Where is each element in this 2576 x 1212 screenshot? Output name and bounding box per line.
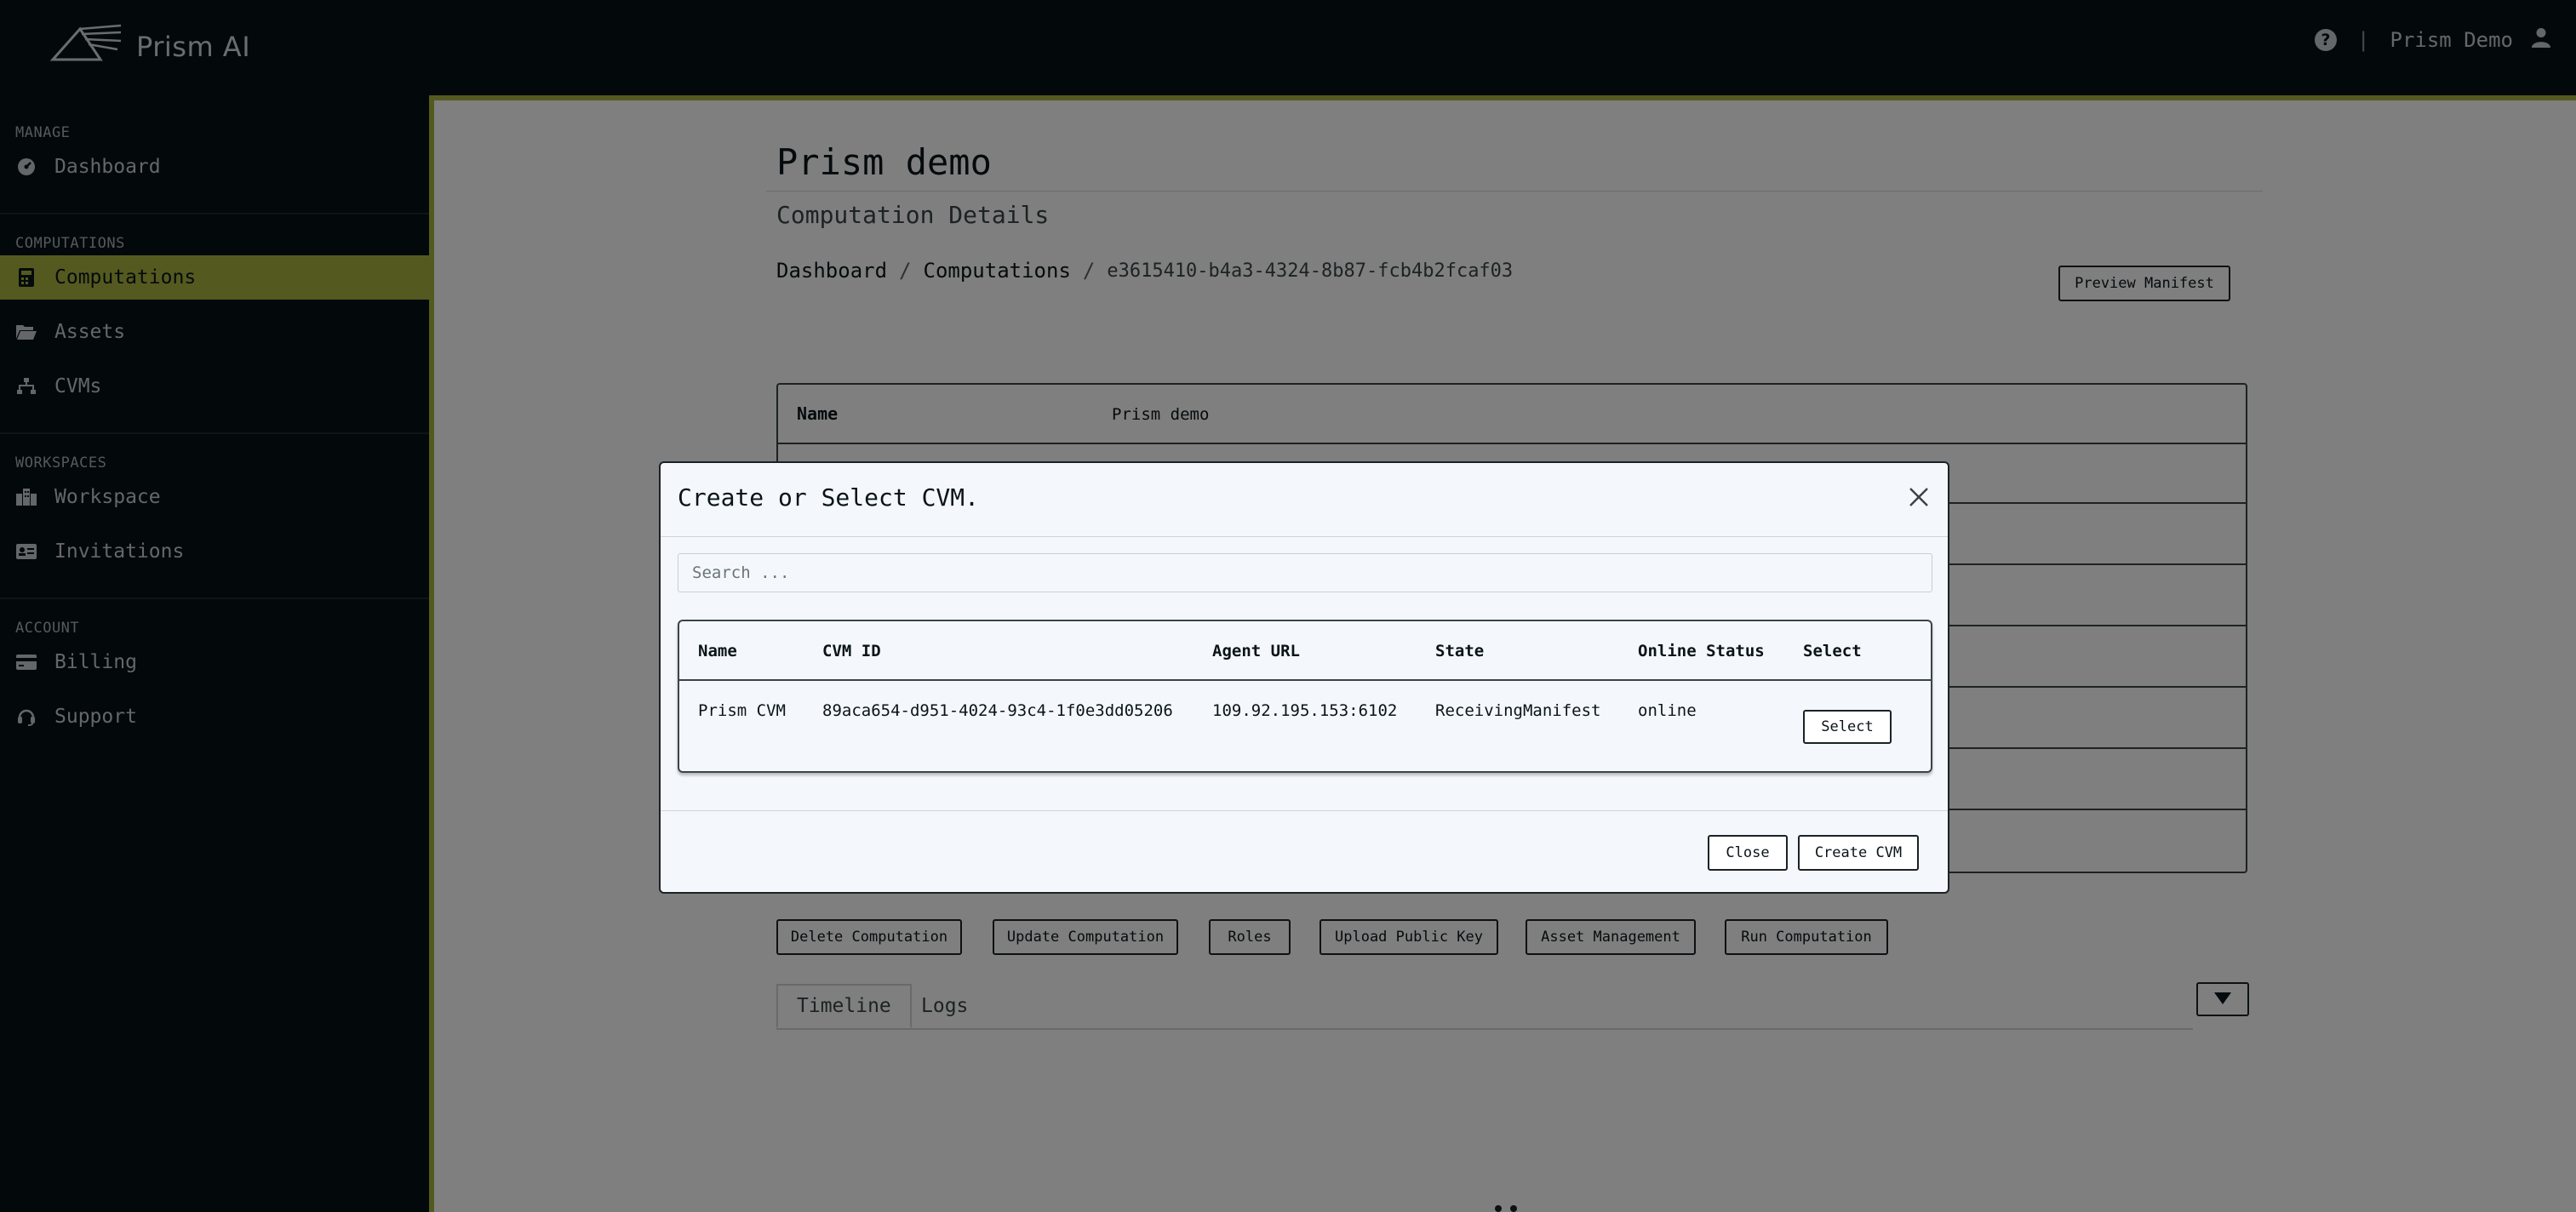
sidebar-item-label: Workspace bbox=[54, 486, 161, 508]
modal-footer: Close Create CVM bbox=[661, 810, 1948, 895]
sidebar-divider bbox=[0, 213, 429, 214]
caret-down-icon bbox=[2214, 992, 2231, 1008]
section-label-workspaces: WORKSPACES bbox=[15, 454, 107, 472]
sidebar-item-label: Assets bbox=[54, 321, 126, 343]
breadcrumb: Dashboard / Computations / e3615410-b4a3… bbox=[776, 259, 1513, 283]
upload-public-key-button[interactable]: Upload Public Key bbox=[1319, 919, 1498, 955]
tab-logs[interactable]: Logs bbox=[921, 984, 968, 1028]
update-computation-button[interactable]: Update Computation bbox=[993, 919, 1178, 955]
table-row: Name Prism demo bbox=[778, 385, 2246, 444]
calculator-icon bbox=[15, 266, 37, 289]
details-name-value: Prism demo bbox=[1112, 405, 1210, 424]
column-header-state: State bbox=[1435, 642, 1485, 660]
page-title: Prism demo bbox=[776, 141, 992, 183]
roles-button[interactable]: Roles bbox=[1209, 919, 1291, 955]
tab-timeline[interactable]: Timeline bbox=[776, 984, 912, 1028]
run-computation-button[interactable]: Run Computation bbox=[1725, 919, 1888, 955]
modal-title: Create or Select CVM. bbox=[678, 483, 980, 512]
top-bar: Prism AI ? | Prism Demo bbox=[0, 0, 2576, 95]
gauge-icon bbox=[15, 156, 37, 178]
cvm-online-status: online bbox=[1638, 701, 1697, 720]
section-label-computations: COMPUTATIONS bbox=[15, 235, 125, 252]
sidebar-item-label: Support bbox=[54, 706, 137, 728]
sidebar-item-billing[interactable]: Billing bbox=[0, 640, 429, 684]
title-divider bbox=[766, 191, 2263, 192]
sidebar-item-label: Dashboard bbox=[54, 156, 161, 178]
search-input[interactable] bbox=[678, 553, 1932, 592]
column-header-name: Name bbox=[698, 642, 737, 660]
section-label-account: ACCOUNT bbox=[15, 620, 80, 637]
sidebar-divider bbox=[0, 597, 429, 599]
cvm-id: 89aca654-d951-4024-93c4-1f0e3dd05206 bbox=[822, 701, 1173, 720]
folder-open-icon bbox=[15, 321, 37, 343]
cvm-modal: Create or Select CVM. Name CVM ID Agent … bbox=[659, 461, 1949, 894]
sidebar-item-invitations[interactable]: Invitations bbox=[0, 529, 429, 574]
modal-header: Create or Select CVM. bbox=[661, 463, 1948, 537]
cvm-agent-url: 109.92.195.153:6102 bbox=[1212, 701, 1398, 720]
select-cvm-button[interactable]: Select bbox=[1803, 710, 1892, 744]
building-icon bbox=[15, 486, 37, 508]
sidebar-divider bbox=[0, 432, 429, 434]
credit-card-icon bbox=[15, 651, 37, 673]
brand-name: Prism AI bbox=[136, 31, 251, 63]
details-name-label: Name bbox=[797, 403, 839, 424]
sidebar-item-label: Invitations bbox=[54, 540, 185, 563]
sidebar-item-label: CVMs bbox=[54, 375, 102, 397]
close-icon[interactable] bbox=[1905, 483, 1932, 511]
sidebar: MANAGE Dashboard COMPUTATIONS Computatio… bbox=[0, 95, 429, 1212]
delete-computation-button[interactable]: Delete Computation bbox=[776, 919, 962, 955]
column-header-select: Select bbox=[1803, 642, 1862, 660]
table-header: Name CVM ID Agent URL State Online Statu… bbox=[679, 621, 1931, 681]
column-header-agent-url: Agent URL bbox=[1212, 642, 1300, 660]
column-header-online-status: Online Status bbox=[1638, 642, 1765, 660]
sidebar-item-label: Computations bbox=[54, 266, 197, 289]
breadcrumb-separator: / bbox=[899, 259, 912, 283]
breadcrumb-separator: / bbox=[1082, 259, 1096, 283]
cvm-name: Prism CVM bbox=[698, 701, 786, 720]
user-icon[interactable] bbox=[2532, 27, 2550, 53]
headset-icon bbox=[15, 706, 37, 728]
sidebar-item-workspace[interactable]: Workspace bbox=[0, 475, 429, 519]
cvm-table: Name CVM ID Agent URL State Online Statu… bbox=[678, 620, 1932, 773]
sidebar-item-cvms[interactable]: CVMs bbox=[0, 364, 429, 409]
asset-management-button[interactable]: Asset Management bbox=[1526, 919, 1696, 955]
sidebar-item-label: Billing bbox=[54, 651, 137, 673]
close-button[interactable]: Close bbox=[1708, 835, 1788, 871]
user-name[interactable]: Prism Demo bbox=[2390, 28, 2514, 52]
help-icon[interactable]: ? bbox=[2315, 29, 2338, 51]
breadcrumb-computations[interactable]: Computations bbox=[924, 259, 1071, 283]
tabs: Timeline Logs bbox=[776, 984, 2193, 1030]
section-label-manage: MANAGE bbox=[15, 124, 71, 141]
breadcrumb-current: e3615410-b4a3-4324-8b87-fcb4b2fcaf03 bbox=[1107, 260, 1514, 282]
sidebar-item-dashboard[interactable]: Dashboard bbox=[0, 145, 429, 189]
prism-logo-icon bbox=[49, 22, 123, 63]
cvm-state: ReceivingManifest bbox=[1435, 701, 1601, 720]
id-card-icon bbox=[15, 540, 37, 563]
user-area: ? | Prism Demo bbox=[2315, 27, 2550, 53]
preview-manifest-button[interactable]: Preview Manifest bbox=[2058, 266, 2230, 301]
column-header-cvm-id: CVM ID bbox=[822, 642, 881, 660]
filter-dropdown-button[interactable] bbox=[2196, 982, 2249, 1016]
brand-logo[interactable]: Prism AI bbox=[49, 22, 250, 63]
sidebar-item-computations[interactable]: Computations bbox=[0, 255, 429, 300]
page-subtitle: Computation Details bbox=[776, 201, 1050, 229]
sidebar-item-assets[interactable]: Assets bbox=[0, 310, 429, 354]
sitemap-icon bbox=[15, 375, 37, 397]
breadcrumb-dashboard[interactable]: Dashboard bbox=[776, 259, 887, 283]
sidebar-item-support[interactable]: Support bbox=[0, 695, 429, 739]
create-cvm-button[interactable]: Create CVM bbox=[1798, 835, 1919, 871]
topbar-separator: | bbox=[2357, 28, 2370, 52]
loading-spinner bbox=[1495, 1205, 1526, 1212]
